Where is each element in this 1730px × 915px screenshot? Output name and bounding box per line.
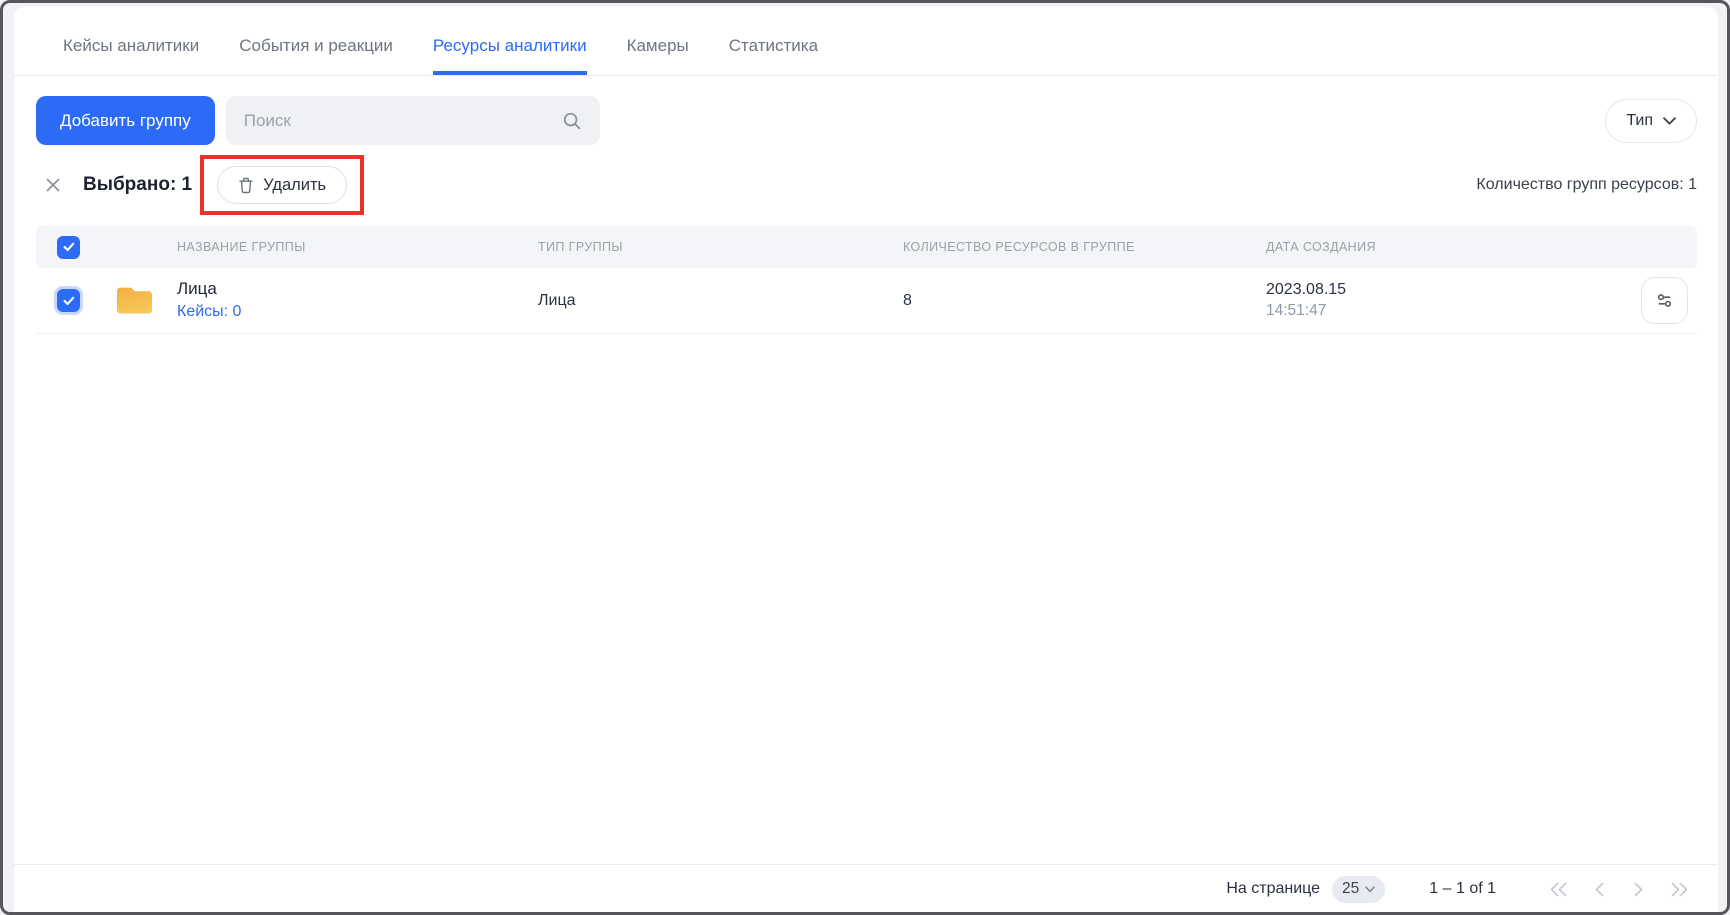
per-page-value: 25 bbox=[1342, 880, 1359, 898]
column-header-name: НАЗВАНИЕ ГРУППЫ bbox=[115, 240, 538, 254]
tab-analytics-resources[interactable]: Ресурсы аналитики bbox=[433, 7, 587, 75]
row-checkbox[interactable] bbox=[57, 289, 80, 312]
table-header-row: НАЗВАНИЕ ГРУППЫ ТИП ГРУППЫ КОЛИЧЕСТВО РЕ… bbox=[36, 226, 1697, 268]
double-chevron-left-icon bbox=[1548, 882, 1568, 897]
group-name: Лица bbox=[177, 278, 241, 299]
type-filter-button[interactable]: Тип bbox=[1605, 99, 1697, 143]
search-input[interactable] bbox=[244, 111, 562, 131]
next-page-button[interactable] bbox=[1632, 882, 1644, 897]
clear-selection-icon[interactable] bbox=[44, 176, 62, 194]
toolbar: Добавить группу Тип bbox=[36, 96, 1697, 145]
check-icon bbox=[63, 242, 75, 252]
add-group-button[interactable]: Добавить группу bbox=[36, 96, 215, 145]
tab-bar: Кейсы аналитики События и реакции Ресурс… bbox=[14, 7, 1718, 76]
row-settings-button[interactable] bbox=[1641, 277, 1688, 324]
chevron-down-icon bbox=[1663, 117, 1676, 125]
group-type: Лица bbox=[538, 292, 903, 310]
tab-analytics-cases[interactable]: Кейсы аналитики bbox=[63, 7, 199, 75]
first-page-button[interactable] bbox=[1548, 882, 1568, 897]
cases-link[interactable]: Кейсы: 0 bbox=[177, 301, 241, 323]
resource-groups-table: НАЗВАНИЕ ГРУППЫ ТИП ГРУППЫ КОЛИЧЕСТВО РЕ… bbox=[36, 226, 1697, 334]
type-filter-label: Тип bbox=[1626, 112, 1653, 130]
page-range-label: 1 – 1 of 1 bbox=[1429, 880, 1496, 898]
search-icon bbox=[562, 111, 582, 131]
content-panel: Кейсы аналитики События и реакции Ресурс… bbox=[14, 7, 1718, 913]
column-header-created: ДАТА СОЗДАНИЯ bbox=[1266, 240, 1637, 254]
groups-total-label: Количество групп ресурсов: 1 bbox=[1476, 176, 1697, 194]
double-chevron-right-icon bbox=[1670, 882, 1690, 897]
table-row: Лица Кейсы: 0 Лица 8 2023.08.15 14:51:47 bbox=[36, 268, 1697, 334]
pagination-nav bbox=[1548, 882, 1690, 897]
selected-count-label: Выбрано: 1 bbox=[83, 174, 192, 196]
chevron-down-icon bbox=[1365, 886, 1375, 893]
column-header-type: ТИП ГРУППЫ bbox=[538, 240, 903, 254]
group-resources-count: 8 bbox=[903, 292, 1266, 310]
pagination-bar: На странице 25 1 – 1 of 1 bbox=[14, 864, 1718, 913]
last-page-button[interactable] bbox=[1670, 882, 1690, 897]
select-all-checkbox[interactable] bbox=[57, 236, 80, 259]
delete-button[interactable]: Удалить bbox=[217, 166, 347, 204]
per-page-select[interactable]: 25 bbox=[1332, 876, 1385, 903]
column-header-resources-count: КОЛИЧЕСТВО РЕСУРСОВ В ГРУППЕ bbox=[903, 240, 1266, 254]
delete-button-label: Удалить bbox=[263, 176, 326, 195]
folder-icon bbox=[115, 285, 154, 316]
chevron-right-icon bbox=[1632, 882, 1644, 897]
tab-cameras[interactable]: Камеры bbox=[627, 7, 689, 75]
per-page-label: На странице bbox=[1226, 880, 1320, 898]
tab-statistics[interactable]: Статистика bbox=[729, 7, 818, 75]
trash-icon bbox=[238, 177, 254, 194]
selection-bar: Выбрано: 1 Удалить Количество групп ресу… bbox=[44, 155, 1697, 215]
created-time: 14:51:47 bbox=[1266, 302, 1637, 320]
tab-events-reactions[interactable]: События и реакции bbox=[239, 7, 393, 75]
prev-page-button[interactable] bbox=[1594, 882, 1606, 897]
check-icon bbox=[63, 296, 75, 306]
annotation-highlight-box: Удалить bbox=[200, 155, 364, 215]
chevron-left-icon bbox=[1594, 882, 1606, 897]
search-box[interactable] bbox=[226, 96, 600, 145]
sliders-icon bbox=[1654, 290, 1675, 311]
created-date: 2023.08.15 bbox=[1266, 281, 1637, 299]
